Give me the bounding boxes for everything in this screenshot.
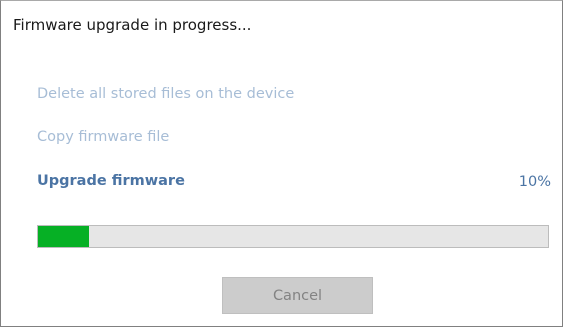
progress-bar xyxy=(37,225,549,248)
progress-bar-fill xyxy=(38,226,89,247)
firmware-upgrade-dialog: Firmware upgrade in progress... Delete a… xyxy=(0,0,563,327)
step-copy-firmware: Copy firmware file xyxy=(37,129,170,145)
cancel-button[interactable]: Cancel xyxy=(222,277,373,314)
step-upgrade-firmware: Upgrade firmware xyxy=(37,173,185,189)
dialog-title: Firmware upgrade in progress... xyxy=(13,16,252,34)
progress-percent: 10% xyxy=(518,174,551,190)
step-delete-files: Delete all stored files on the device xyxy=(37,86,295,102)
